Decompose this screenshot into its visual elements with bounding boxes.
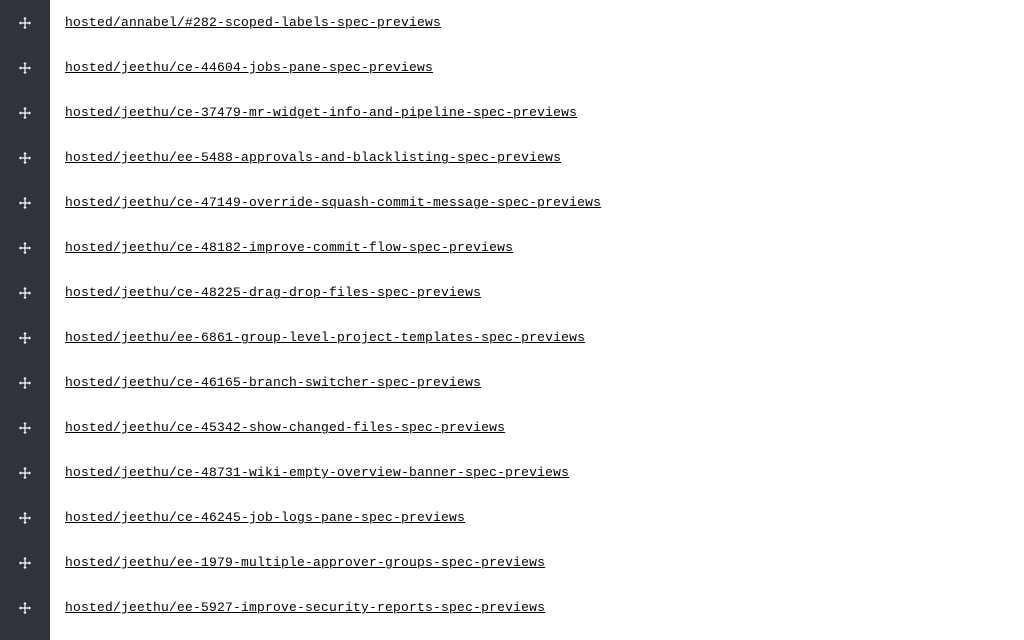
- list-item: hosted/jeethu/ce-37479-mr-widget-info-an…: [65, 90, 1024, 135]
- move-icon[interactable]: [18, 16, 32, 30]
- branch-link[interactable]: hosted/jeethu/ce-44604-jobs-pane-spec-pr…: [65, 60, 433, 75]
- move-icon[interactable]: [18, 556, 32, 570]
- move-icon[interactable]: [18, 511, 32, 525]
- branch-link[interactable]: hosted/annabel/#282-scoped-labels-spec-p…: [65, 15, 441, 30]
- branch-link[interactable]: hosted/jeethu/ce-48182-improve-commit-fl…: [65, 240, 513, 255]
- list-item: hosted/jeethu/ee-6861-group-level-projec…: [65, 315, 1024, 360]
- list-item: hosted/jeethu/ce-47149-override-squash-c…: [65, 180, 1024, 225]
- branch-link[interactable]: hosted/jeethu/ce-48731-wiki-empty-overvi…: [65, 465, 569, 480]
- list-item: hosted/jeethu/ce-48182-improve-commit-fl…: [65, 225, 1024, 270]
- branch-link[interactable]: hosted/jeethu/ce-37479-mr-widget-info-an…: [65, 105, 577, 120]
- list-item: hosted/jeethu/ce-44604-jobs-pane-spec-pr…: [65, 45, 1024, 90]
- list-item: hosted/jeethu/ee-5488-approvals-and-blac…: [65, 135, 1024, 180]
- content-list: hosted/annabel/#282-scoped-labels-spec-p…: [50, 0, 1024, 640]
- move-icon[interactable]: [18, 61, 32, 75]
- branch-link[interactable]: hosted/jeethu/ce-46245-job-logs-pane-spe…: [65, 510, 465, 525]
- list-item: hosted/jeethu/ce-46165-branch-switcher-s…: [65, 360, 1024, 405]
- move-icon[interactable]: [18, 331, 32, 345]
- list-item: hosted/jeethu/ce-45342-show-changed-file…: [65, 405, 1024, 450]
- move-icon[interactable]: [18, 196, 32, 210]
- branch-link[interactable]: hosted/jeethu/ee-1979-multiple-approver-…: [65, 555, 545, 570]
- branch-link[interactable]: hosted/jeethu/ee-5488-approvals-and-blac…: [65, 150, 561, 165]
- branch-link[interactable]: hosted/jeethu/ee-6861-group-level-projec…: [65, 330, 585, 345]
- branch-link[interactable]: hosted/jeethu/ce-47149-override-squash-c…: [65, 195, 601, 210]
- list-item: hosted/annabel/#282-scoped-labels-spec-p…: [65, 0, 1024, 45]
- move-icon[interactable]: [18, 376, 32, 390]
- list-item: hosted/jeethu/ce-48731-wiki-empty-overvi…: [65, 450, 1024, 495]
- move-icon[interactable]: [18, 466, 32, 480]
- move-icon[interactable]: [18, 151, 32, 165]
- list-item: hosted/jeethu/ee-1979-multiple-approver-…: [65, 540, 1024, 585]
- move-icon[interactable]: [18, 106, 32, 120]
- branch-link[interactable]: hosted/jeethu/ce-46165-branch-switcher-s…: [65, 375, 481, 390]
- move-icon[interactable]: [18, 241, 32, 255]
- move-icon[interactable]: [18, 601, 32, 615]
- branch-link[interactable]: hosted/jeethu/ce-48225-drag-drop-files-s…: [65, 285, 481, 300]
- move-icon[interactable]: [18, 421, 32, 435]
- list-item: hosted/jeethu/ce-48225-drag-drop-files-s…: [65, 270, 1024, 315]
- main-container: hosted/annabel/#282-scoped-labels-spec-p…: [0, 0, 1024, 640]
- branch-link[interactable]: hosted/jeethu/ce-45342-show-changed-file…: [65, 420, 505, 435]
- branch-link[interactable]: hosted/jeethu/ee-5927-improve-security-r…: [65, 600, 545, 615]
- list-item: hosted/jeethu/ce-46245-job-logs-pane-spe…: [65, 495, 1024, 540]
- list-item: hosted/jeethu/ee-5927-improve-security-r…: [65, 585, 1024, 630]
- sidebar: [0, 0, 50, 640]
- move-icon[interactable]: [18, 286, 32, 300]
